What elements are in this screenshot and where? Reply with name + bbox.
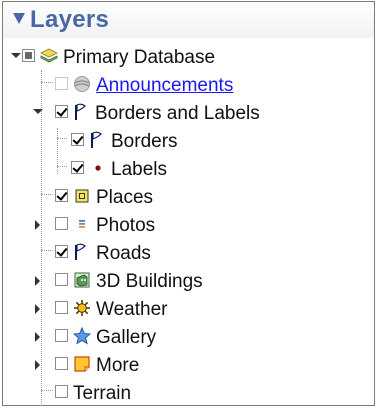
sun-icon [74,300,90,316]
tree-item-more[interactable]: More [3,352,374,380]
checkbox-3d-buildings[interactable] [55,273,68,286]
sticky-note-icon [74,356,90,372]
chevron-right-icon[interactable] [35,276,40,286]
tree-item-weather[interactable]: Weather [3,296,374,324]
checkbox-more[interactable] [55,357,68,370]
database-layers-icon [40,48,58,63]
tree-item-label: Borders and Labels [95,103,260,124]
tree-item-primary-database[interactable]: Primary Database [3,44,374,72]
layers-tree: Primary Database Announcements Borders a… [3,40,374,408]
chevron-down-icon[interactable] [11,53,21,58]
chevron-right-icon[interactable] [35,332,40,342]
places-box-icon [75,189,89,203]
checkbox-announcements[interactable] [55,77,68,90]
chevron-right-icon[interactable] [35,360,40,370]
tree-item-label: Roads [96,243,151,264]
panel-title: Layers [30,6,110,33]
checkbox-labels[interactable] [71,161,84,174]
layers-header[interactable]: Layers [3,2,374,38]
tree-item-label: Terrain [73,383,132,404]
tree-item-roads[interactable]: Roads [3,240,374,268]
dot-icon [95,165,101,171]
tree-item-label: Borders [111,131,178,152]
tree-item-label: Labels [111,159,167,180]
tree-item-label: Primary Database [63,47,216,68]
star-icon [73,327,91,345]
photo-icon [79,220,85,228]
building-icon [74,272,90,288]
checkbox-primary-database[interactable] [22,49,35,62]
tree-item-label: Gallery [96,327,157,348]
checkbox-gallery[interactable] [55,329,68,342]
flag-icon [91,131,102,148]
announcements-link[interactable]: Announcements [96,75,233,97]
checkbox-borders-and-labels[interactable] [55,105,68,118]
tree-item-label: 3D Buildings [96,271,203,292]
tree-item-labels[interactable]: Labels [3,156,374,184]
tree-item-label: More [96,355,140,376]
tree-item-announcements[interactable]: Announcements [3,72,374,100]
flag-icon [75,243,86,260]
checkbox-terrain[interactable] [55,385,68,398]
flag-icon [75,103,86,120]
tree-item-label: Weather [96,299,168,320]
checkbox-weather[interactable] [55,301,68,314]
tree-item-photos[interactable]: Photos [3,212,374,240]
layers-panel: Layers Primary Database Announcements Bo… [2,1,375,406]
checkbox-photos[interactable] [55,217,68,230]
tree-item-label: Photos [96,215,156,236]
tree-item-3d-buildings[interactable]: 3D Buildings [3,268,374,296]
tree-item-places[interactable]: Places [3,184,374,212]
triangle-down-icon[interactable] [13,13,25,24]
chevron-right-icon[interactable] [35,304,40,314]
chevron-down-icon[interactable] [33,109,43,114]
tree-item-label: Places [96,187,154,208]
tree-item-gallery[interactable]: Gallery [3,324,374,352]
checkbox-roads[interactable] [55,245,68,258]
tree-item-borders[interactable]: Borders [3,128,374,156]
checkbox-places[interactable] [55,189,68,202]
chevron-right-icon[interactable] [35,220,40,230]
tree-item-borders-and-labels[interactable]: Borders and Labels [3,100,374,128]
globe-icon [74,76,90,92]
checkbox-borders[interactable] [71,133,84,146]
tree-item-terrain[interactable]: Terrain [3,380,374,408]
